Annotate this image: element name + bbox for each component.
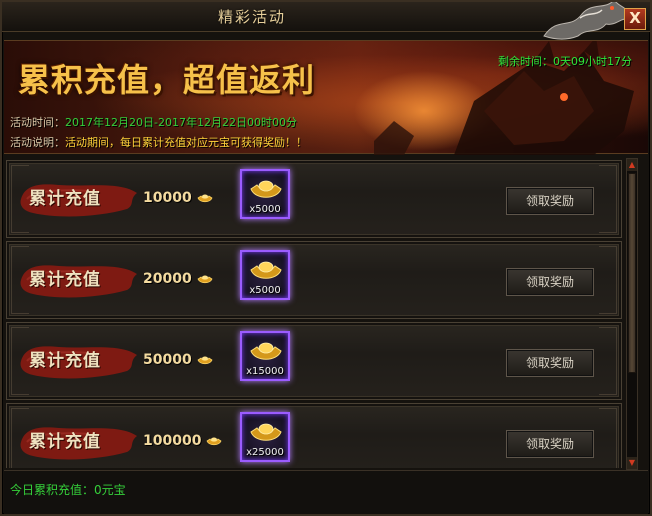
countdown-value: 0天09小时17分: [553, 55, 632, 68]
countdown-label: 剩余时间：: [498, 55, 553, 68]
event-time: 活动时间：2017年12月20日-2017年12月22日00时00分: [10, 114, 297, 130]
gold-ingot-icon: [197, 275, 213, 284]
event-banner: 累积充值，超值返利 剩余时间：0天09小时17分 活动时间：2017年12月20…: [4, 40, 648, 155]
reward-row-amount: 50000: [143, 352, 192, 368]
reward-item-quantity: x15000: [246, 366, 284, 377]
reward-row: 累计充值 100000 x25000 领取奖励: [6, 403, 622, 468]
gold-ingot-icon: [197, 194, 213, 203]
claim-reward-button[interactable]: 领取奖励: [506, 187, 594, 215]
scroll-thumb[interactable]: [628, 173, 636, 373]
reward-item-slot[interactable]: x15000: [240, 331, 290, 381]
reward-list-scrollbar[interactable]: ▲ ▼: [626, 158, 638, 470]
reward-row: 累计充值 10000 x5000 领取奖励: [6, 160, 622, 238]
reward-row-label: 累计充值: [29, 351, 101, 371]
event-description-value: 活动期间，每日累计充值对应元宝可获得奖励！！: [65, 136, 307, 149]
reward-row-amount: 10000: [143, 190, 192, 206]
reward-row-amount: 100000: [143, 433, 202, 449]
reward-list[interactable]: 累计充值 10000 x5000 领取奖励 累计充值 20000 x5000 领…: [4, 156, 624, 468]
reward-item-slot[interactable]: x25000: [240, 412, 290, 462]
footer-bar: 今日累积充值：0元宝: [4, 470, 648, 514]
gold-ingot-icon: [250, 423, 282, 441]
gold-ingot-icon: [250, 180, 282, 198]
gold-ingot-icon: [250, 342, 282, 360]
reward-item-quantity: x25000: [246, 447, 284, 458]
reward-item-quantity: x5000: [249, 204, 281, 215]
title-bar[interactable]: 精彩活动 X: [2, 2, 650, 40]
reward-row-label: 累计充值: [29, 189, 101, 209]
dragon-ornament-icon: [543, 2, 631, 40]
reward-row-label: 累计充值: [29, 270, 101, 290]
gold-ingot-icon: [250, 261, 282, 279]
close-button[interactable]: X: [624, 8, 646, 30]
countdown: 剩余时间：0天09小时17分: [498, 53, 632, 69]
claim-reward-button[interactable]: 领取奖励: [506, 430, 594, 458]
event-description-label: 活动说明：: [10, 136, 65, 149]
gold-ingot-icon: [206, 437, 222, 446]
scroll-up-icon[interactable]: ▲: [627, 159, 637, 171]
reward-item-slot[interactable]: x5000: [240, 250, 290, 300]
event-description: 活动说明：活动期间，每日累计充值对应元宝可获得奖励！！: [10, 134, 307, 150]
activity-window: 精彩活动 X 累积充值，超值返利 剩余时间：0天09小时17分 活动时间：201…: [0, 0, 652, 516]
claim-reward-button[interactable]: 领取奖励: [506, 268, 594, 296]
event-time-label: 活动时间：: [10, 116, 65, 129]
today-recharge-total: 今日累积充值：0元宝: [10, 483, 126, 497]
window-title: 精彩活动: [217, 8, 286, 26]
scroll-down-icon[interactable]: ▼: [627, 457, 637, 469]
gold-ingot-icon: [197, 356, 213, 365]
banner-headline: 累积充值，超值返利: [18, 61, 316, 99]
event-time-value: 2017年12月20日-2017年12月22日00时00分: [65, 116, 297, 129]
reward-item-quantity: x5000: [249, 285, 281, 296]
reward-row: 累计充值 50000 x15000 领取奖励: [6, 322, 622, 400]
reward-row: 累计充值 20000 x5000 领取奖励: [6, 241, 622, 319]
reward-row-label: 累计充值: [29, 432, 101, 452]
claim-reward-button[interactable]: 领取奖励: [506, 349, 594, 377]
reward-item-slot[interactable]: x5000: [240, 169, 290, 219]
reward-row-amount: 20000: [143, 271, 192, 287]
